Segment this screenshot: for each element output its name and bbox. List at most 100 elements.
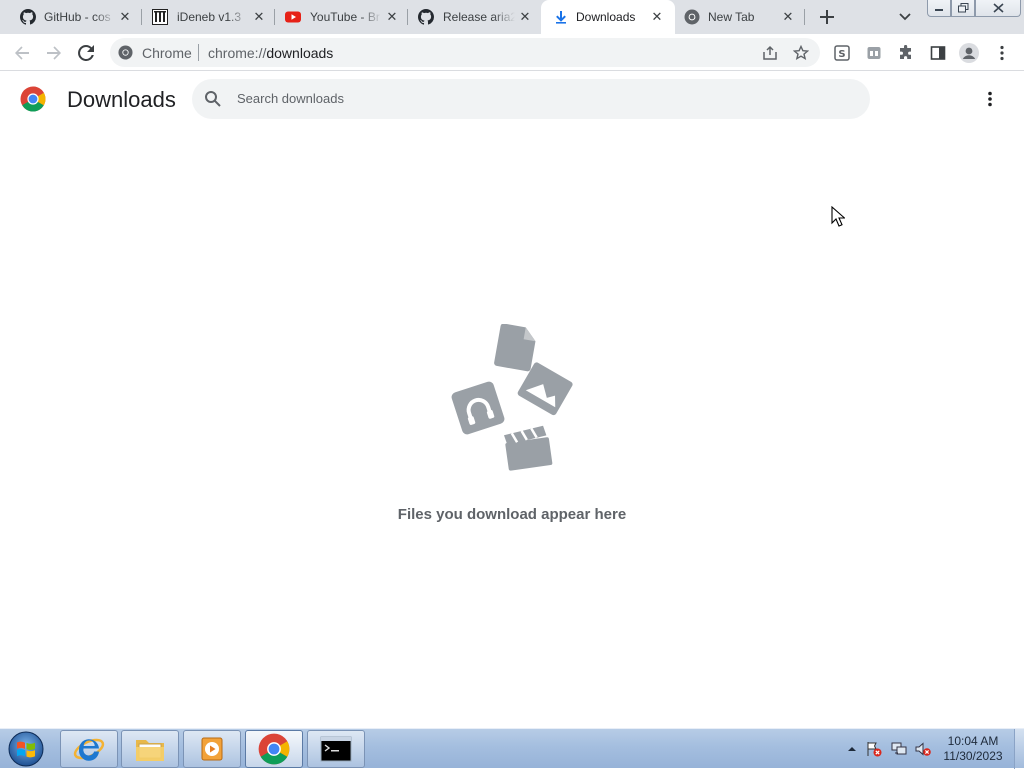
search-icon bbox=[205, 91, 221, 107]
mouse-cursor-icon bbox=[831, 206, 845, 227]
taskbar-command-prompt[interactable] bbox=[307, 730, 365, 768]
extension-s-icon: S bbox=[834, 45, 850, 61]
tray-volume[interactable] bbox=[915, 741, 931, 757]
minimize-button[interactable] bbox=[927, 0, 951, 17]
tab-search-button[interactable] bbox=[896, 8, 914, 26]
github-icon bbox=[20, 9, 36, 25]
chevron-down-icon bbox=[899, 13, 911, 21]
extension-store-button[interactable] bbox=[864, 43, 884, 63]
arrow-right-icon bbox=[47, 46, 61, 60]
tab-title: iDeneb v1.3 bbox=[177, 10, 242, 24]
tab-new-tab[interactable]: New Tab ✕ bbox=[676, 0, 804, 34]
tab-downloads[interactable]: Downloads ✕ bbox=[541, 0, 675, 34]
command-prompt-icon bbox=[320, 736, 352, 762]
start-button[interactable] bbox=[4, 731, 48, 767]
tab-youtube[interactable]: YouTube - Br ✕ bbox=[275, 0, 407, 34]
clock-time: 10:04 AM bbox=[947, 734, 999, 748]
video-file-icon bbox=[503, 425, 553, 471]
taskbar-internet-explorer[interactable] bbox=[60, 730, 118, 768]
download-icon bbox=[556, 11, 566, 24]
tab-title: YouTube - Br bbox=[310, 10, 380, 24]
restore-icon bbox=[957, 3, 968, 13]
url-scheme: chrome:// bbox=[208, 45, 267, 61]
bookmark-button[interactable] bbox=[792, 44, 810, 62]
chevron-up-icon bbox=[848, 747, 856, 751]
show-desktop-button[interactable] bbox=[1014, 729, 1024, 769]
tab-title: GitHub - cos bbox=[44, 10, 111, 24]
media-player-icon bbox=[201, 737, 223, 761]
chrome-icon bbox=[118, 45, 133, 60]
audio-file-icon bbox=[451, 381, 505, 435]
close-icon[interactable]: ✕ bbox=[649, 9, 665, 25]
new-tab-button[interactable] bbox=[816, 6, 838, 28]
side-panel-icon bbox=[930, 46, 946, 60]
arrow-left-icon bbox=[15, 46, 29, 60]
tray-network[interactable] bbox=[891, 741, 907, 757]
ideneb-icon bbox=[152, 9, 168, 25]
document-icon bbox=[494, 324, 536, 372]
store-icon bbox=[867, 47, 881, 59]
tab-title: Release aria2 bbox=[443, 10, 515, 24]
clock-date: 11/30/2023 bbox=[943, 749, 1003, 763]
search-downloads-field[interactable]: Search downloads bbox=[192, 79, 870, 119]
tab-ideneb[interactable]: iDeneb v1.3 ✕ bbox=[142, 0, 274, 34]
close-window-button[interactable] bbox=[975, 0, 1021, 17]
system-clock[interactable]: 10:04 AM 11/30/2023 bbox=[936, 734, 1010, 764]
taskbar-file-explorer[interactable] bbox=[121, 730, 179, 768]
search-placeholder: Search downloads bbox=[237, 91, 344, 106]
close-icon[interactable]: ✕ bbox=[117, 9, 133, 25]
restore-button[interactable] bbox=[951, 0, 975, 17]
side-panel-button[interactable] bbox=[928, 43, 948, 63]
address-bar[interactable]: Chrome chrome://downloads bbox=[110, 38, 820, 67]
close-icon[interactable]: ✕ bbox=[780, 9, 796, 25]
tab-divider bbox=[804, 9, 805, 25]
omnibox-divider bbox=[198, 44, 199, 61]
back-button[interactable] bbox=[10, 41, 34, 65]
minimize-icon bbox=[935, 9, 943, 11]
tab-title: Downloads bbox=[576, 10, 636, 24]
star-icon bbox=[793, 45, 809, 61]
svg-text:S: S bbox=[838, 49, 845, 60]
tab-strip: GitHub - cos ✕ iDeneb v1.3 ✕ YouTube - B… bbox=[0, 0, 1024, 34]
show-hidden-icons-button[interactable] bbox=[844, 741, 860, 757]
extension-s-button[interactable]: S bbox=[832, 43, 852, 63]
url-host: downloads bbox=[266, 45, 334, 61]
profile-button[interactable] bbox=[959, 43, 979, 63]
plus-icon bbox=[820, 10, 834, 24]
reload-button[interactable] bbox=[74, 41, 98, 65]
windows-start-orb-icon bbox=[8, 731, 44, 767]
youtube-icon bbox=[285, 11, 301, 23]
browser-toolbar: Chrome chrome://downloads S bbox=[0, 34, 1024, 71]
downloads-page: Downloads Search downloads Files you dow… bbox=[0, 72, 1024, 728]
close-icon[interactable]: ✕ bbox=[384, 9, 400, 25]
flag-error-icon bbox=[867, 742, 882, 757]
share-icon bbox=[763, 45, 777, 60]
extensions-button[interactable] bbox=[896, 43, 916, 63]
tab-title: New Tab bbox=[708, 10, 755, 24]
share-button[interactable] bbox=[761, 44, 779, 62]
tab-release-aria2[interactable]: Release aria2 ✕ bbox=[408, 0, 540, 34]
kebab-menu-icon bbox=[988, 91, 992, 107]
kebab-menu-icon bbox=[1000, 45, 1004, 61]
chrome-menu-button[interactable] bbox=[992, 43, 1012, 63]
windows-taskbar: 10:04 AM 11/30/2023 bbox=[0, 728, 1024, 769]
downloads-menu-button[interactable] bbox=[980, 88, 1000, 110]
tray-action-center[interactable] bbox=[866, 741, 882, 757]
close-icon[interactable]: ✕ bbox=[251, 9, 267, 25]
chrome-icon bbox=[258, 733, 290, 765]
chrome-icon bbox=[684, 9, 700, 25]
empty-downloads-illustration bbox=[451, 324, 573, 471]
reload-icon bbox=[78, 45, 94, 61]
volume-muted-icon bbox=[915, 742, 931, 756]
close-icon[interactable]: ✕ bbox=[517, 9, 533, 25]
site-label: Chrome bbox=[142, 45, 192, 61]
taskbar-chrome[interactable] bbox=[245, 730, 303, 768]
window-controls bbox=[927, 0, 1021, 18]
tab-github[interactable]: GitHub - cos ✕ bbox=[0, 0, 140, 34]
page-title: Downloads bbox=[67, 87, 176, 112]
url-text[interactable]: chrome://downloads bbox=[208, 45, 333, 61]
network-icon bbox=[891, 742, 907, 755]
taskbar-media-player[interactable] bbox=[183, 730, 241, 768]
folder-icon bbox=[136, 740, 164, 761]
forward-button[interactable] bbox=[42, 41, 66, 65]
